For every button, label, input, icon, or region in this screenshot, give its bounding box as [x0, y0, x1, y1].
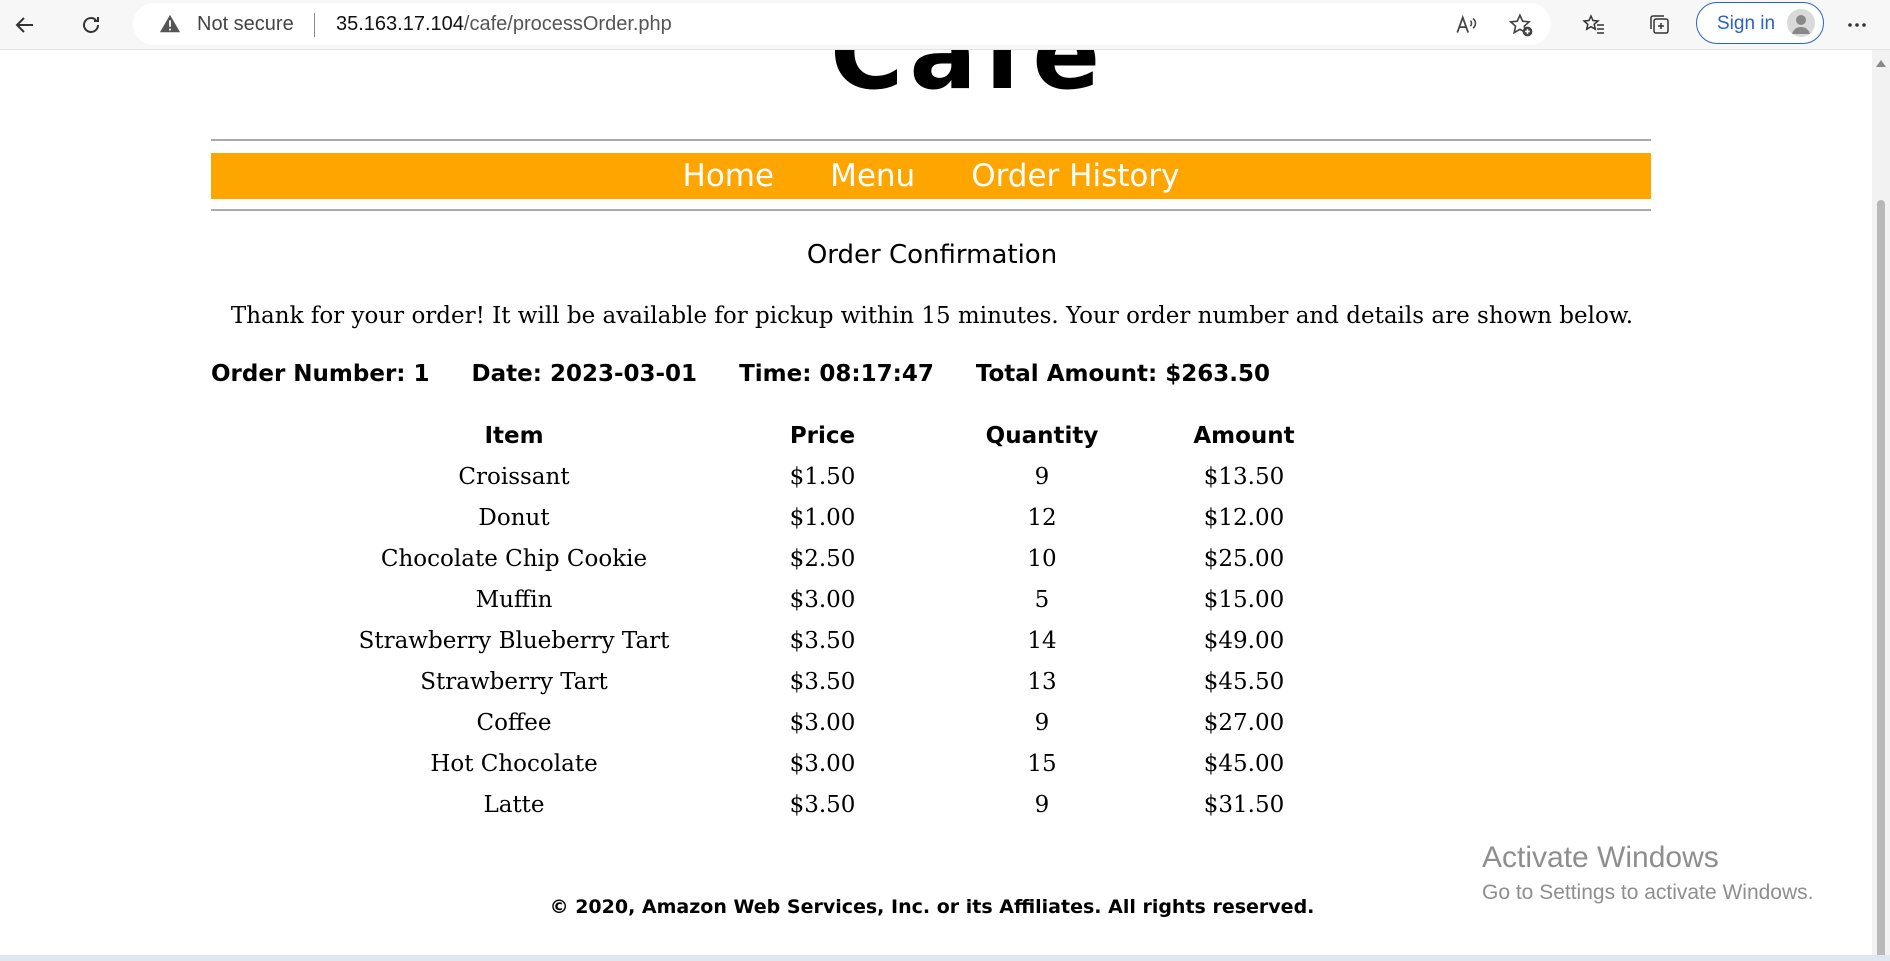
item-amount: $49.00	[1203, 627, 1285, 654]
item-quantity: 13	[1027, 668, 1057, 695]
top-divider	[211, 139, 1651, 141]
confirmation-message: Thank for your order! It will be availab…	[230, 303, 1634, 329]
item-quantity: 14	[1027, 627, 1057, 654]
favorites-icon[interactable]	[1575, 6, 1613, 44]
item-amount: $31.50	[1203, 791, 1285, 818]
sign-in-label: Sign in	[1717, 13, 1776, 34]
scrollbar-thumb[interactable]	[1877, 200, 1885, 960]
table-row: Latte $3.50 9 $31.50	[340, 784, 1361, 825]
table-row: Croissant $1.50 9 $13.50	[340, 456, 1361, 497]
page-scrollbar[interactable]	[1872, 50, 1890, 961]
table-header-row: Item Price Quantity Amount	[340, 416, 1361, 456]
table-row: Strawberry Blueberry Tart $3.50 14 $49.0…	[340, 620, 1361, 661]
item-amount: $45.00	[1203, 750, 1285, 777]
add-favorite-icon[interactable]	[1508, 12, 1534, 38]
order-date: Date: 2023-03-01	[471, 361, 698, 387]
sign-in-button[interactable]: Sign in	[1696, 2, 1824, 44]
table-row: Chocolate Chip Cookie $2.50 10 $25.00	[340, 538, 1361, 579]
item-price: $3.00	[789, 709, 856, 736]
item-amount: $15.00	[1203, 586, 1285, 613]
nav-home[interactable]: Home	[683, 158, 775, 194]
page-title: Order Confirmation	[806, 240, 1058, 270]
table-row: Muffin $3.00 5 $15.00	[340, 579, 1361, 620]
main-nav: Home Menu Order History	[211, 153, 1651, 199]
header-amount: Amount	[1193, 423, 1295, 449]
item-name: Strawberry Blueberry Tart	[358, 627, 670, 654]
item-name: Coffee	[476, 709, 552, 736]
scroll-up-icon[interactable]	[1876, 60, 1886, 67]
item-quantity: 9	[1034, 709, 1050, 736]
table-row: Strawberry Tart $3.50 13 $45.50	[340, 661, 1361, 702]
order-time: Time: 08:17:47	[739, 361, 934, 387]
window-bottom-edge	[0, 955, 1890, 961]
address-divider	[314, 13, 315, 37]
back-arrow-icon[interactable]	[6, 6, 44, 44]
activate-windows-title: Activate Windows	[1482, 841, 1719, 874]
item-quantity: 9	[1034, 791, 1050, 818]
header-quantity: Quantity	[985, 423, 1099, 449]
item-name: Chocolate Chip Cookie	[380, 545, 648, 572]
item-name: Donut	[478, 504, 550, 531]
url-text[interactable]: 35.163.17.104/cafe/processOrder.php	[336, 13, 672, 36]
not-secure-label[interactable]: Not secure	[197, 13, 294, 36]
item-price: $3.50	[789, 627, 856, 654]
table-row: Donut $1.00 12 $12.00	[340, 497, 1361, 538]
nav-order-history[interactable]: Order History	[971, 158, 1179, 194]
item-name: Muffin	[475, 586, 553, 613]
table-row: Hot Chocolate $3.00 15 $45.00	[340, 743, 1361, 784]
address-bar[interactable]: Not secure 35.163.17.104/cafe/processOrd…	[133, 3, 1551, 45]
item-price: $1.00	[789, 504, 856, 531]
more-icon[interactable]	[1838, 6, 1876, 44]
nav-menu[interactable]: Menu	[830, 158, 915, 194]
header-price: Price	[789, 423, 856, 449]
item-quantity: 9	[1034, 463, 1050, 490]
item-price: $3.00	[789, 586, 856, 613]
item-amount: $13.50	[1203, 463, 1285, 490]
page-content: Cafe Home Menu Order History Order Confi…	[0, 50, 1872, 961]
refresh-icon[interactable]	[72, 6, 110, 44]
item-quantity: 12	[1027, 504, 1057, 531]
item-price: $1.50	[789, 463, 856, 490]
item-amount: $12.00	[1203, 504, 1285, 531]
item-quantity: 15	[1027, 750, 1057, 777]
browser-toolbar: Not secure 35.163.17.104/cafe/processOrd…	[0, 0, 1890, 50]
collections-icon[interactable]	[1641, 6, 1679, 44]
item-name: Croissant	[458, 463, 570, 490]
item-amount: $25.00	[1203, 545, 1285, 572]
order-number: Order Number: 1	[211, 361, 430, 387]
footer-copyright: © 2020, Amazon Web Services, Inc. or its…	[549, 896, 1315, 918]
item-name: Strawberry Tart	[420, 668, 608, 695]
nav-divider	[211, 209, 1651, 211]
item-amount: $45.50	[1203, 668, 1285, 695]
warning-icon[interactable]	[159, 13, 181, 35]
item-quantity: 10	[1027, 545, 1057, 572]
url-path: /cafe/processOrder.php	[463, 13, 672, 35]
order-items-table: Item Price Quantity Amount Croissant $1.…	[340, 416, 1361, 825]
order-summary: Order Number: 1 Date: 2023-03-01 Time: 0…	[211, 361, 1304, 387]
item-quantity: 5	[1034, 586, 1050, 613]
item-name: Latte	[483, 791, 545, 818]
item-price: $3.00	[789, 750, 856, 777]
item-name: Hot Chocolate	[430, 750, 598, 777]
table-row: Coffee $3.00 9 $27.00	[340, 702, 1361, 743]
cafe-logo: Cafe	[830, 50, 1107, 112]
profile-icon	[1787, 9, 1815, 37]
header-item: Item	[484, 423, 544, 449]
item-price: $3.50	[789, 791, 856, 818]
item-price: $3.50	[789, 668, 856, 695]
read-aloud-icon[interactable]	[1453, 12, 1479, 38]
item-price: $2.50	[789, 545, 856, 572]
order-total: Total Amount: $263.50	[975, 361, 1270, 387]
url-host: 35.163.17.104	[336, 13, 464, 35]
item-amount: $27.00	[1203, 709, 1285, 736]
